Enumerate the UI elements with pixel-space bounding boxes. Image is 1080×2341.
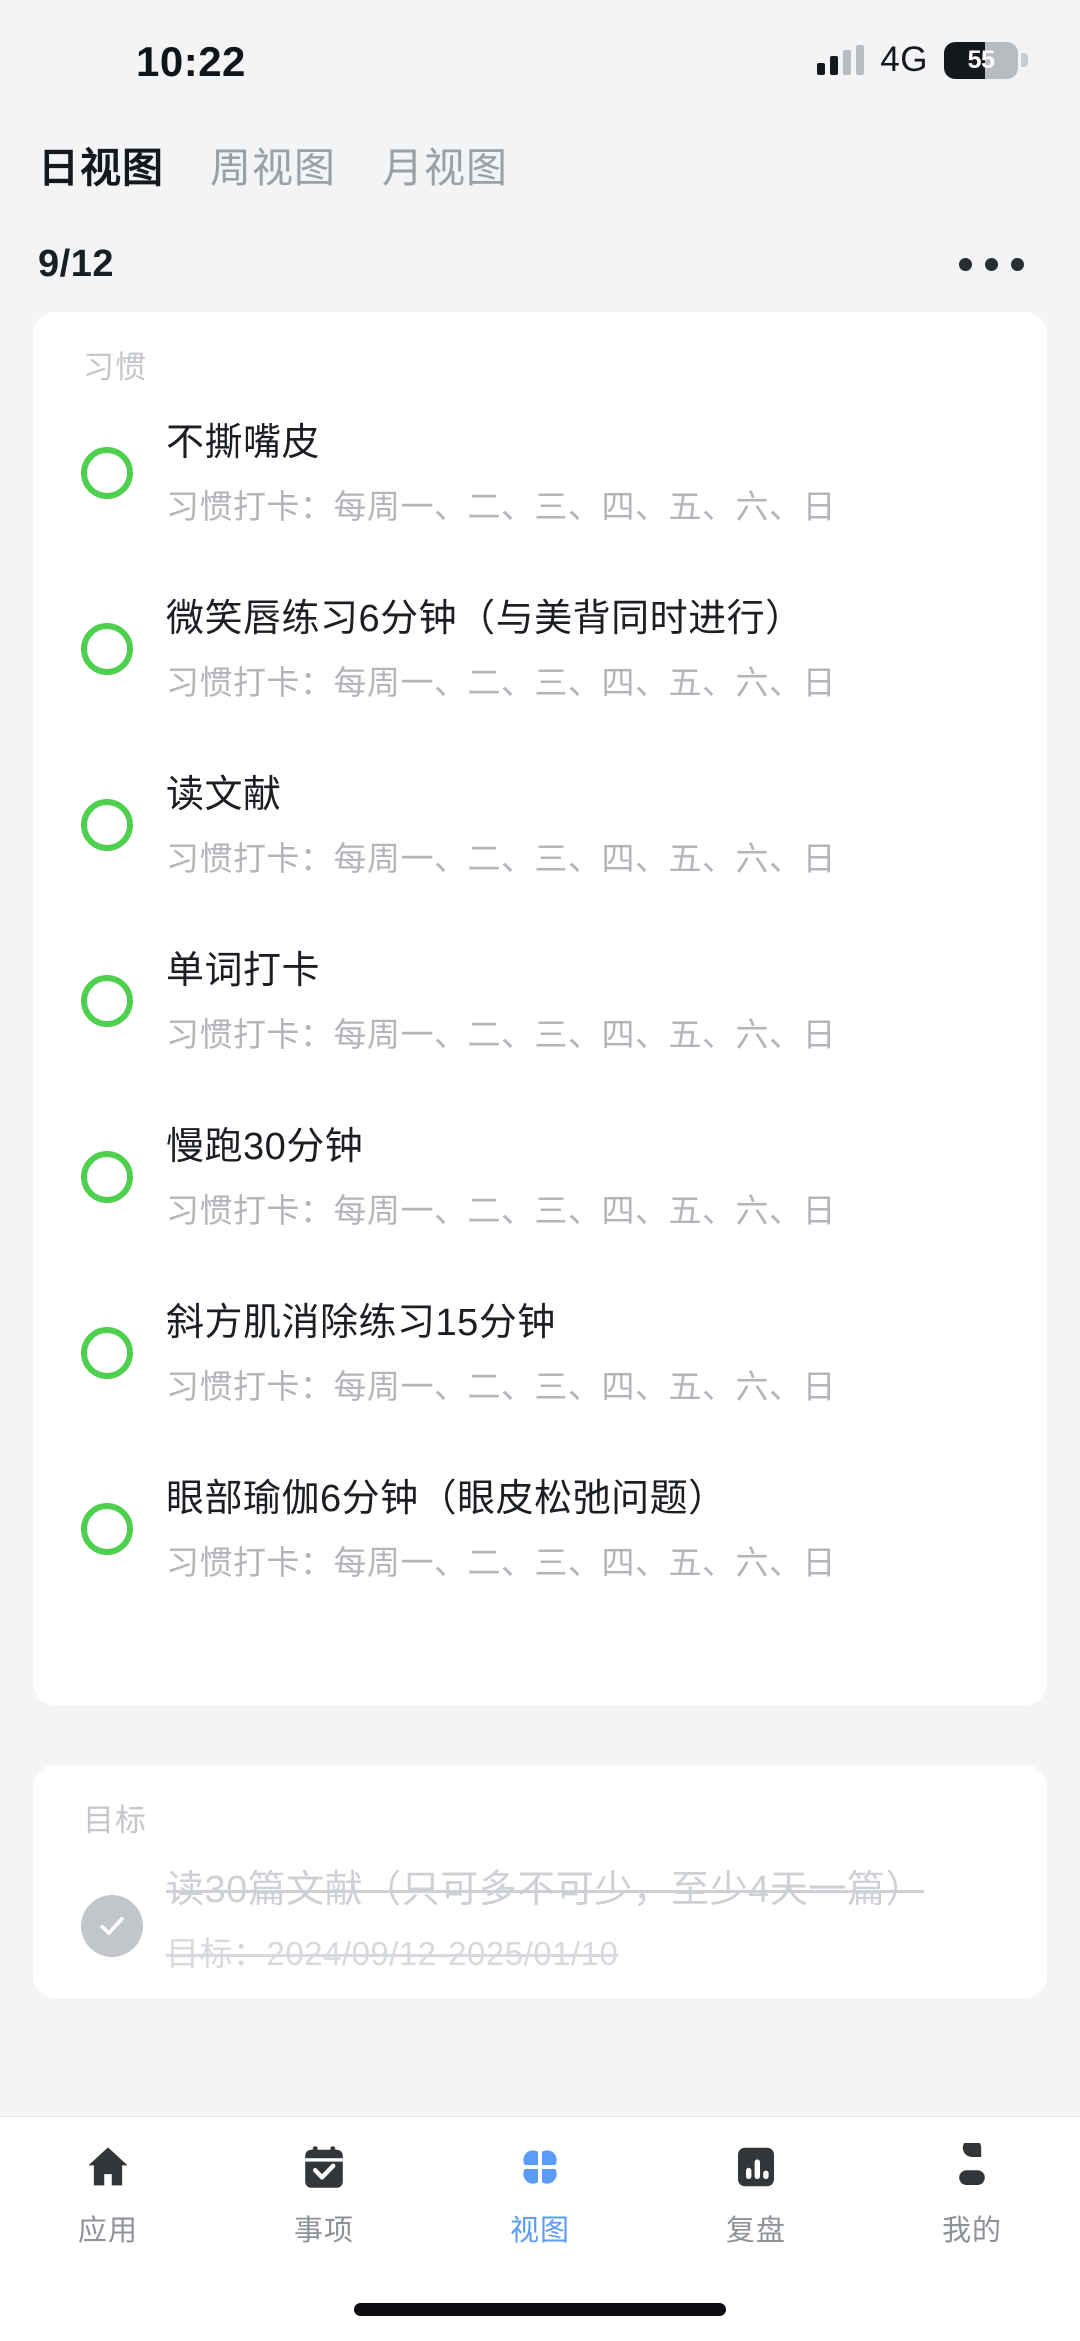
habit-item-title: 眼部瑜伽6分钟（眼皮松弛问题） [166, 1478, 727, 1520]
habit-item-title: 单词打卡 [166, 950, 321, 992]
tab-review[interactable]: 复盘 [648, 2139, 864, 2277]
habit-list-item[interactable]: 不撕嘴皮 习惯打卡：每周一、二、三、四、五、六、日 [33, 398, 1047, 574]
tab-label-tasks: 事项 [293, 2215, 354, 2247]
habit-item-text: 慢跑30分钟 习惯打卡：每周一、二、三、四、五、六、日 [166, 1124, 1007, 1231]
goal-checkmark-icon[interactable] [81, 1895, 143, 1957]
habit-item-subtitle: 习惯打卡：每周一、二、三、四、五、六、日 [166, 1367, 836, 1405]
habit-item-subtitle: 习惯打卡：每周一、二、三、四、五、六、日 [166, 839, 836, 877]
tab-label-profile: 我的 [941, 2215, 1002, 2247]
habit-item-subtitle: 习惯打卡：每周一、二、三、四、五、六、日 [166, 663, 836, 701]
more-dot-1 [959, 257, 972, 271]
more-dot-2 [985, 257, 998, 271]
habit-list-item[interactable]: 读文献 习惯打卡：每周一、二、三、四、五、六、日 [33, 750, 1047, 926]
habit-item-subtitle: 习惯打卡：每周一、二、三、四、五、六、日 [166, 1191, 836, 1229]
current-date-label: 9/12 [38, 242, 114, 285]
tab-tasks[interactable]: 事项 [216, 2139, 432, 2277]
habit-list: 不撕嘴皮 习惯打卡：每周一、二、三、四、五、六、日 微笑唇练习6分钟（与美背同时… [33, 398, 1047, 1630]
habit-checkbox-circle-icon[interactable] [81, 975, 133, 1027]
view-tab-week[interactable]: 周视图 [210, 134, 336, 194]
status-indicators: 4G 55 [817, 40, 1028, 80]
bar-chart-icon [728, 2139, 784, 2195]
habit-list-item[interactable]: 微笑唇练习6分钟（与美背同时进行） 习惯打卡：每周一、二、三、四、五、六、日 [33, 574, 1047, 750]
status-bar: 10:22 4G 55 [0, 0, 1080, 110]
calendar-check-icon [296, 2139, 352, 2195]
habit-item-subtitle: 习惯打卡：每周一、二、三、四、五、六、日 [166, 1015, 836, 1053]
view-tab-month[interactable]: 月视图 [382, 134, 508, 194]
date-header: 9/12 [0, 228, 1080, 300]
home-icon [80, 2139, 136, 2195]
more-options-button[interactable] [955, 242, 1028, 287]
habit-checkbox-circle-icon[interactable] [81, 799, 133, 851]
goal-item-subtitle: 目标：2024/09/12-2025/01/10 [166, 1934, 619, 1972]
habit-item-text: 读文献 习惯打卡：每周一、二、三、四、五、六、日 [166, 772, 1007, 879]
home-indicator [354, 2303, 726, 2316]
habit-item-subtitle: 习惯打卡：每周一、二、三、四、五、六、日 [166, 487, 836, 525]
person-icon [944, 2139, 1000, 2195]
tab-views[interactable]: 视图 [432, 2139, 648, 2277]
view-tab-day[interactable]: 日视图 [38, 134, 164, 194]
tab-label-apps: 应用 [77, 2215, 138, 2247]
battery-icon: 55 [944, 41, 1018, 79]
habit-list-item[interactable]: 单词打卡 习惯打卡：每周一、二、三、四、五、六、日 [33, 926, 1047, 1102]
habit-item-text: 不撕嘴皮 习惯打卡：每周一、二、三、四、五、六、日 [166, 420, 1007, 527]
habit-item-text: 斜方肌消除练习15分钟 习惯打卡：每周一、二、三、四、五、六、日 [166, 1300, 1007, 1407]
goal-item-title: 读30篇文献（只可多不可少，至少4天一篇） [166, 1869, 924, 1911]
habit-checkbox-circle-icon[interactable] [81, 447, 133, 499]
habit-item-title: 斜方肌消除练习15分钟 [166, 1302, 556, 1344]
habit-item-text: 单词打卡 习惯打卡：每周一、二、三、四、五、六、日 [166, 948, 1007, 1055]
habit-item-text: 微笑唇练习6分钟（与美背同时进行） 习惯打卡：每周一、二、三、四、五、六、日 [166, 596, 1007, 703]
habit-checkbox-circle-icon[interactable] [81, 1327, 133, 1379]
four-petal-view-icon [512, 2139, 568, 2195]
habit-checkbox-circle-icon[interactable] [81, 623, 133, 675]
tab-apps[interactable]: 应用 [0, 2139, 216, 2277]
more-dot-3 [1011, 257, 1024, 271]
habit-item-subtitle: 习惯打卡：每周一、二、三、四、五、六、日 [166, 1543, 836, 1581]
goal-item-text: 读30篇文献（只可多不可少，至少4天一篇） 目标：2024/09/12-2025… [166, 1867, 1007, 1974]
habit-item-text: 眼部瑜伽6分钟（眼皮松弛问题） 习惯打卡：每周一、二、三、四、五、六、日 [166, 1476, 1007, 1583]
tab-label-review: 复盘 [725, 2215, 786, 2247]
tab-label-views: 视图 [509, 2215, 570, 2247]
network-type-label: 4G [880, 40, 928, 79]
habit-list-item[interactable]: 斜方肌消除练习15分钟 习惯打卡：每周一、二、三、四、五、六、日 [33, 1278, 1047, 1454]
habit-list-item[interactable]: 眼部瑜伽6分钟（眼皮松弛问题） 习惯打卡：每周一、二、三、四、五、六、日 [33, 1454, 1047, 1630]
cellular-signal-icon [817, 45, 865, 75]
battery-tip [1021, 53, 1028, 67]
habit-item-title: 读文献 [166, 774, 282, 816]
habit-card: 习惯 不撕嘴皮 习惯打卡：每周一、二、三、四、五、六、日 微笑唇练习6分钟（与美… [33, 312, 1047, 1705]
status-time: 10:22 [136, 38, 246, 85]
habit-checkbox-circle-icon[interactable] [81, 1503, 133, 1555]
habit-checkbox-circle-icon[interactable] [81, 1151, 133, 1203]
habit-list-item[interactable]: 慢跑30分钟 习惯打卡：每周一、二、三、四、五、六、日 [33, 1102, 1047, 1278]
view-tab-bar: 日视图 周视图 月视图 [0, 128, 1080, 200]
goal-card: 目标 读30篇文献（只可多不可少，至少4天一篇） 目标：2024/09/12-2… [33, 1765, 1047, 1998]
habit-item-title: 微笑唇练习6分钟（与美背同时进行） [166, 598, 804, 640]
habit-section-title: 习惯 [83, 350, 147, 385]
goal-section-title: 目标 [83, 1803, 147, 1838]
habit-item-title: 不撕嘴皮 [166, 422, 321, 464]
tab-profile[interactable]: 我的 [864, 2139, 1080, 2277]
habit-item-title: 慢跑30分钟 [166, 1126, 364, 1168]
bottom-tab-bar: 应用 事项 视图 复盘 我的 [0, 2116, 1080, 2341]
battery-percent-label: 55 [967, 45, 995, 74]
